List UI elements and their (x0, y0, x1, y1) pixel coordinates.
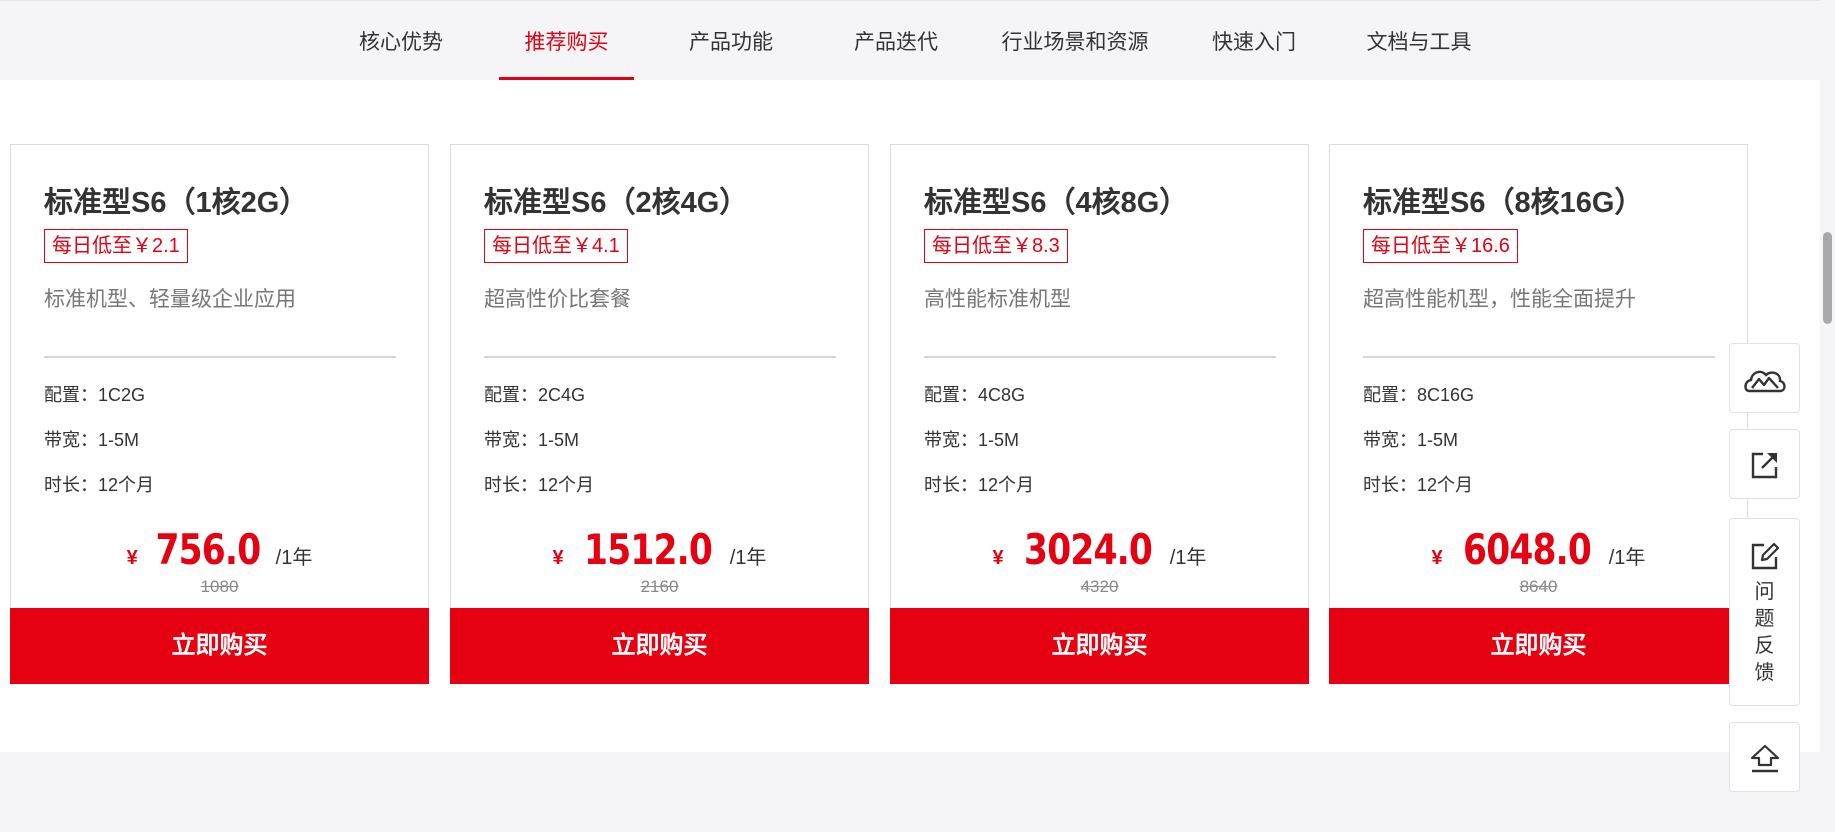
spec-bandwidth: 带宽：1-5M (924, 430, 1020, 450)
price-unit: /1年 (275, 547, 313, 569)
card-description: 标准机型、轻量级企业应用 (44, 288, 296, 311)
spec-duration: 时长：12个月 (484, 475, 595, 495)
spec-bandwidth: 带宽：1-5M (44, 430, 140, 450)
price-row: ¥1512.0/1年 (451, 525, 868, 574)
share-button[interactable] (1729, 429, 1800, 499)
back-to-top-button[interactable] (1729, 722, 1800, 792)
spec-bandwidth: 带宽：1-5M (1363, 430, 1459, 450)
currency-symbol: ¥ (126, 547, 138, 569)
buy-now-button[interactable]: 立即购买 (10, 608, 429, 684)
nav-tab-product-iterations[interactable]: 产品迭代 (853, 1, 939, 81)
nav-tab-recommended-purchase[interactable]: 推荐购买 (499, 1, 634, 81)
price-value: 756.0 (155, 525, 261, 574)
card-title: 标准型S6（4核8G） (924, 187, 1189, 219)
page: 核心优势 推荐购买 产品功能 产品迭代 行业场景和资源 快速入门 文档与工具 标… (0, 0, 1835, 832)
original-price: 1080 (200, 577, 239, 596)
currency-symbol: ¥ (552, 547, 564, 569)
pricing-card: 标准型S6（8核16G） 每日低至￥16.6 超高性能机型，性能全面提升 配置：… (1329, 144, 1748, 684)
price-value: 3024.0 (1023, 525, 1153, 574)
price-unit: /1年 (1608, 547, 1646, 569)
card-divider (484, 356, 836, 358)
price-value: 6048.0 (1462, 525, 1592, 574)
daily-price-badge: 每日低至￥4.1 (484, 229, 628, 263)
currency-symbol: ¥ (1431, 547, 1443, 569)
card-divider (924, 356, 1276, 358)
original-price: 2160 (640, 577, 679, 596)
back-to-top-icon (1750, 744, 1779, 773)
card-title: 标准型S6（1核2G） (44, 187, 309, 219)
feedback-button[interactable]: 问题反馈 (1729, 518, 1800, 706)
card-title: 标准型S6（2核4G） (484, 187, 749, 219)
scrollbar-thumb[interactable] (1823, 232, 1832, 324)
price-row: ¥6048.0/1年 (1330, 525, 1747, 574)
price-unit: /1年 (1169, 547, 1207, 569)
card-divider (44, 356, 396, 358)
pricing-card: 标准型S6（1核2G） 每日低至￥2.1 标准机型、轻量级企业应用 配置：1C2… (10, 144, 429, 684)
card-title: 标准型S6（8核16G） (1363, 187, 1644, 219)
daily-price-badge: 每日低至￥16.6 (1363, 229, 1518, 263)
original-price: 8640 (1519, 577, 1558, 596)
nav-tab-core-advantages[interactable]: 核心优势 (358, 1, 444, 81)
daily-price-badge: 每日低至￥8.3 (924, 229, 1068, 263)
edit-icon (1751, 542, 1779, 570)
buy-now-button[interactable]: 立即购买 (1329, 608, 1748, 684)
card-description: 高性能标准机型 (924, 288, 1071, 311)
card-description: 超高性能机型，性能全面提升 (1363, 288, 1636, 311)
original-price: 4320 (1080, 577, 1119, 596)
spec-duration: 时长：12个月 (44, 475, 155, 495)
top-nav: 核心优势 推荐购买 产品功能 产品迭代 行业场景和资源 快速入门 文档与工具 (0, 0, 1820, 81)
spec-bandwidth: 带宽：1-5M (484, 430, 580, 450)
share-icon (1751, 452, 1777, 479)
nav-tab-quick-start[interactable]: 快速入门 (1211, 1, 1297, 81)
pricing-card: 标准型S6（2核4G） 每日低至￥4.1 超高性价比套餐 配置：2C4G 带宽：… (450, 144, 869, 684)
nav-tab-industry-scenarios[interactable]: 行业场景和资源 (1000, 1, 1150, 81)
spec-config: 配置：8C16G (1363, 385, 1475, 405)
spec-duration: 时长：12个月 (1363, 475, 1474, 495)
spec-config: 配置：2C4G (484, 385, 586, 405)
buy-now-button[interactable]: 立即购买 (450, 608, 869, 684)
daily-price-badge: 每日低至￥2.1 (44, 229, 188, 263)
page-scrollbar[interactable] (1820, 0, 1835, 832)
price-row: ¥756.0/1年 (11, 525, 428, 574)
price-row: ¥3024.0/1年 (891, 525, 1308, 574)
card-description: 超高性价比套餐 (484, 288, 631, 311)
nav-tab-product-features[interactable]: 产品功能 (688, 1, 774, 81)
cloud-assistant-button[interactable] (1729, 343, 1800, 413)
pricing-section: 标准型S6（1核2G） 每日低至￥2.1 标准机型、轻量级企业应用 配置：1C2… (0, 80, 1820, 752)
currency-symbol: ¥ (992, 547, 1004, 569)
pricing-card: 标准型S6（4核8G） 每日低至￥8.3 高性能标准机型 配置：4C8G 带宽：… (890, 144, 1309, 684)
spec-config: 配置：4C8G (924, 385, 1026, 405)
card-divider (1363, 356, 1715, 358)
spec-duration: 时长：12个月 (924, 475, 1035, 495)
price-unit: /1年 (729, 547, 767, 569)
cloud-mountain-icon (1743, 370, 1786, 393)
nav-tab-docs-tools[interactable]: 文档与工具 (1365, 1, 1473, 81)
buy-now-button[interactable]: 立即购买 (890, 608, 1309, 684)
spec-config: 配置：1C2G (44, 385, 146, 405)
feedback-label: 问题反馈 (1754, 581, 1775, 684)
price-value: 1512.0 (583, 525, 713, 574)
